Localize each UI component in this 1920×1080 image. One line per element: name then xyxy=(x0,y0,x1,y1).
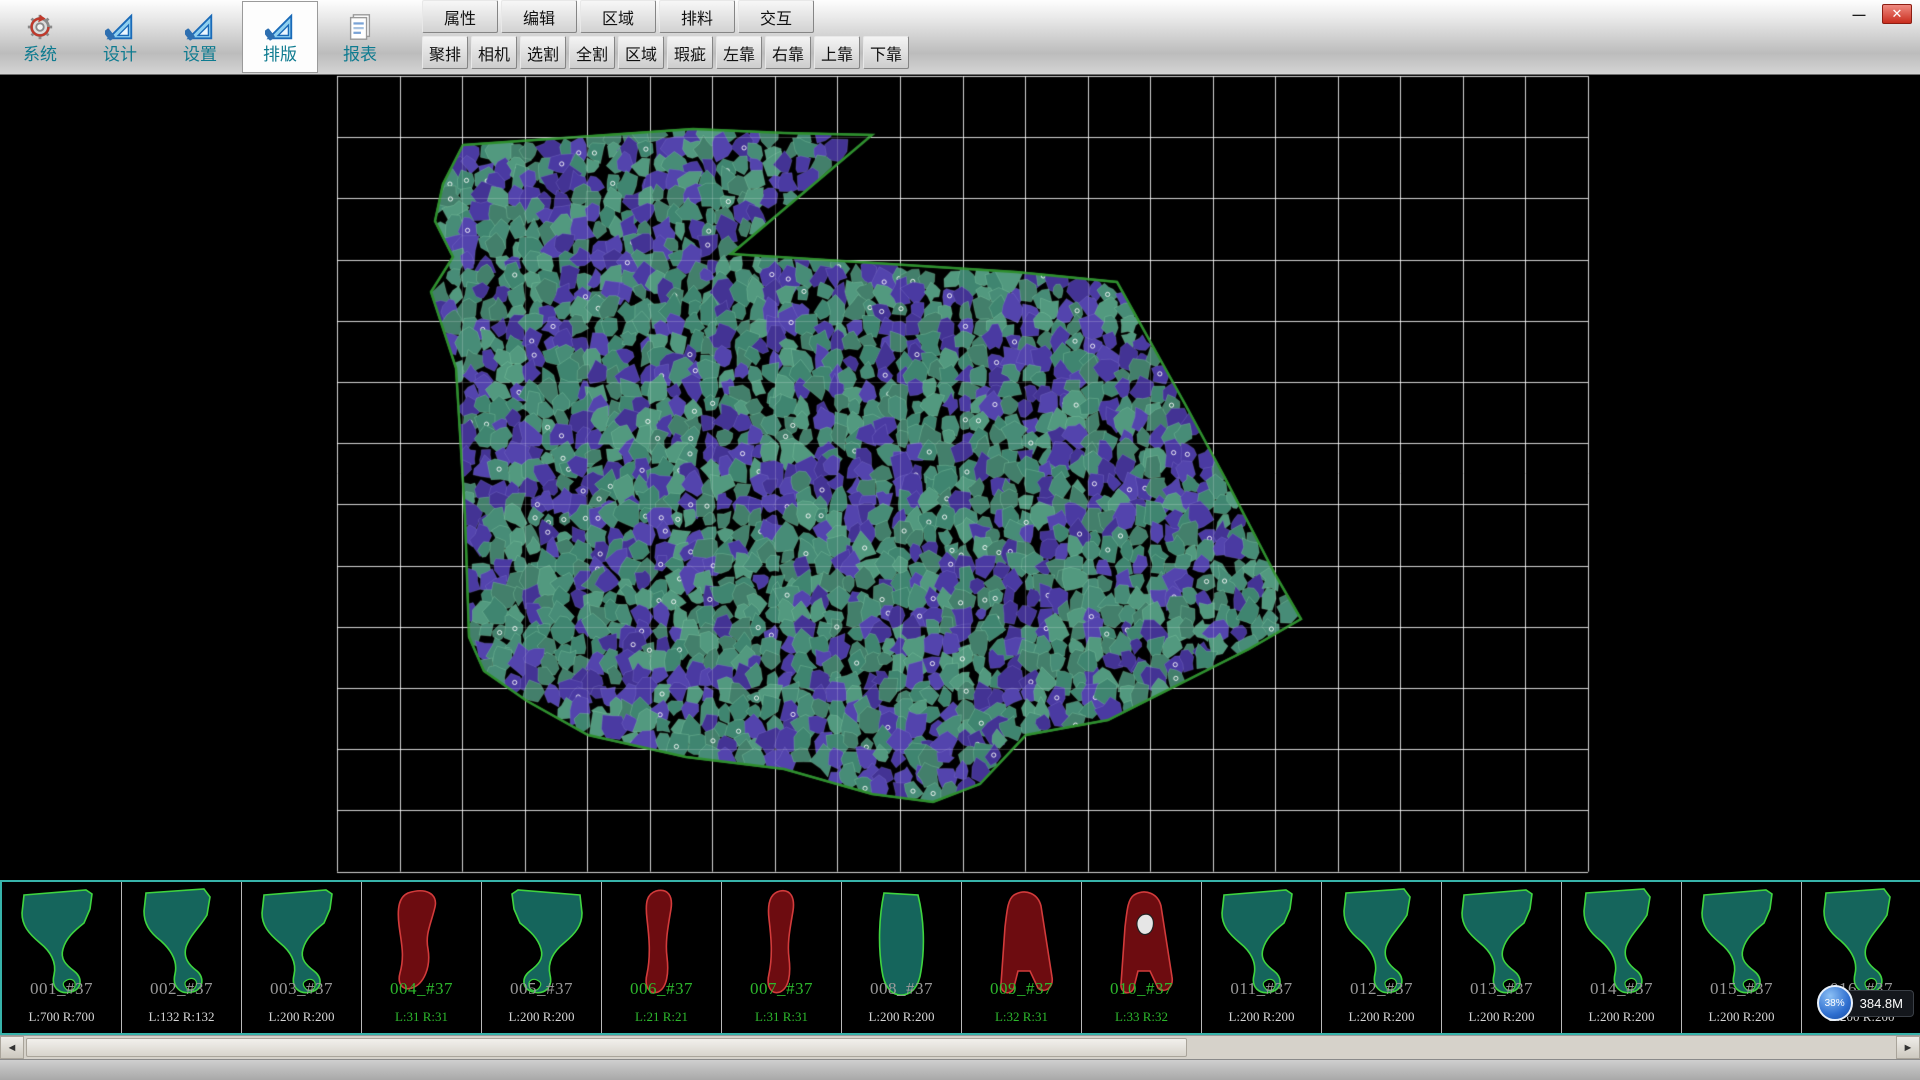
report-icon xyxy=(345,11,375,43)
status-badge-group: 38% 384.8M xyxy=(1817,985,1914,1021)
action-button-camera[interactable]: 相机 xyxy=(471,36,517,69)
menu-stack: 属性编辑区域排料交互 聚排相机选割全割区域瑕疵左靠右靠上靠下靠 xyxy=(422,0,912,74)
gear-icon xyxy=(25,11,55,43)
nesting-canvas[interactable] xyxy=(0,75,1920,880)
action-button-cluster-nest[interactable]: 聚排 xyxy=(422,36,468,69)
tool-button-label: 系统 xyxy=(23,46,57,63)
piece-lr-count: L:132 R:132 xyxy=(122,1009,241,1025)
piece-label: 001_#37 xyxy=(2,979,121,999)
thumbnail-item-015[interactable]: 015_#37 L:200 R:200 xyxy=(1682,882,1802,1033)
menu-tab-row: 属性编辑区域排料交互 xyxy=(422,0,912,33)
piece-lr-count: L:200 R:200 xyxy=(1442,1009,1561,1025)
thumbnail-list: 001_#37 L:700 R:700002_#37 L:132 R:132003_… xyxy=(2,882,1920,1033)
thumbnail-item-004[interactable]: 004_#37 L:31 R:31 xyxy=(362,882,482,1033)
piece-label: 009_#37 xyxy=(962,979,1081,999)
thumbnail-item-007[interactable]: 007_#37 L:31 R:31 xyxy=(722,882,842,1033)
tool-button-settings[interactable]: 设置 xyxy=(162,1,238,73)
piece-label: 013_#37 xyxy=(1442,979,1561,999)
piece-lr-count: L:200 R:200 xyxy=(242,1009,361,1025)
scroll-right-button[interactable]: ► xyxy=(1896,1036,1920,1059)
action-button-region[interactable]: 区域 xyxy=(618,36,664,69)
piece-lr-count: L:200 R:200 xyxy=(482,1009,601,1025)
tool-button-design[interactable]: 设计 xyxy=(82,1,158,73)
piece-lr-count: L:31 R:31 xyxy=(722,1009,841,1025)
setsquare-icon xyxy=(105,11,135,43)
thumbnail-item-011[interactable]: 011_#37 L:200 R:200 xyxy=(1202,882,1322,1033)
window-controls: — ✕ xyxy=(1844,4,1912,24)
thumbnail-item-014[interactable]: 014_#37 L:200 R:200 xyxy=(1562,882,1682,1033)
piece-lr-count: L:200 R:200 xyxy=(1562,1009,1681,1025)
piece-lr-count: L:32 R:31 xyxy=(962,1009,1081,1025)
piece-lr-count: L:700 R:700 xyxy=(2,1009,121,1025)
piece-label: 006_#37 xyxy=(602,979,721,999)
status-bar xyxy=(0,1059,1920,1080)
setsquare-icon xyxy=(265,11,295,43)
minimize-button[interactable]: — xyxy=(1844,4,1874,24)
close-button[interactable]: ✕ xyxy=(1882,4,1912,24)
thumbnail-item-003[interactable]: 003_#37 L:200 R:200 xyxy=(242,882,362,1033)
piece-lr-count: L:200 R:200 xyxy=(1322,1009,1441,1025)
piece-label: 010_#37 xyxy=(1082,979,1201,999)
tool-button-label: 排版 xyxy=(263,46,297,63)
piece-label: 015_#37 xyxy=(1682,979,1801,999)
thumbnail-item-005[interactable]: 005_#37 L:200 R:200 xyxy=(482,882,602,1033)
thumbnail-item-012[interactable]: 012_#37 L:200 R:200 xyxy=(1322,882,1442,1033)
piece-lr-count: L:21 R:21 xyxy=(602,1009,721,1025)
scrollbar-thumb[interactable] xyxy=(26,1038,1187,1057)
thumbnail-item-010[interactable]: 010_#37 L:33 R:32 xyxy=(1082,882,1202,1033)
piece-label: 014_#37 xyxy=(1562,979,1681,999)
piece-lr-count: L:200 R:200 xyxy=(1682,1009,1801,1025)
tool-button-system[interactable]: 系统 xyxy=(2,1,78,73)
piece-lr-count: L:200 R:200 xyxy=(1202,1009,1321,1025)
action-button-defect[interactable]: 瑕疵 xyxy=(667,36,713,69)
thumbnail-item-009[interactable]: 009_#37 L:32 R:31 xyxy=(962,882,1082,1033)
menu-tab-properties[interactable]: 属性 xyxy=(422,0,498,33)
action-button-row: 聚排相机选割全割区域瑕疵左靠右靠上靠下靠 xyxy=(422,36,912,69)
piece-lr-count: L:33 R:32 xyxy=(1082,1009,1201,1025)
tool-button-report[interactable]: 报表 xyxy=(322,1,398,73)
piece-label: 004_#37 xyxy=(362,979,481,999)
menu-tab-nesting[interactable]: 排料 xyxy=(659,0,735,33)
nesting-canvas-area xyxy=(0,75,1920,880)
piece-label: 003_#37 xyxy=(242,979,361,999)
action-button-align-top[interactable]: 上靠 xyxy=(814,36,860,69)
progress-badge: 38% xyxy=(1817,985,1853,1021)
piece-label: 005_#37 xyxy=(482,979,601,999)
tool-button-label: 设计 xyxy=(103,46,137,63)
piece-label: 008_#37 xyxy=(842,979,961,999)
tool-button-label: 报表 xyxy=(343,46,377,63)
setsquare-icon xyxy=(185,11,215,43)
memory-badge: 384.8M xyxy=(1843,990,1914,1017)
piece-lr-count: L:200 R:200 xyxy=(842,1009,961,1025)
action-button-align-left[interactable]: 左靠 xyxy=(716,36,762,69)
application-window: 系统设计设置排版报表 属性编辑区域排料交互 聚排相机选割全割区域瑕疵左靠右靠上靠… xyxy=(0,0,1920,1080)
menu-tab-region[interactable]: 区域 xyxy=(580,0,656,33)
menu-tab-interact[interactable]: 交互 xyxy=(738,0,814,33)
thumbnail-item-006[interactable]: 006_#37 L:21 R:21 xyxy=(602,882,722,1033)
action-button-align-bottom[interactable]: 下靠 xyxy=(863,36,909,69)
horizontal-scrollbar[interactable]: ◄ ► xyxy=(0,1035,1920,1059)
piece-thumbnail-strip: 001_#37 L:700 R:700002_#37 L:132 R:132003_… xyxy=(0,880,1920,1035)
piece-label: 012_#37 xyxy=(1322,979,1441,999)
menu-tab-edit[interactable]: 编辑 xyxy=(501,0,577,33)
scrollbar-track[interactable] xyxy=(24,1036,1896,1059)
thumbnail-item-002[interactable]: 002_#37 L:132 R:132 xyxy=(122,882,242,1033)
tool-button-layout[interactable]: 排版 xyxy=(242,1,318,73)
piece-lr-count: L:31 R:31 xyxy=(362,1009,481,1025)
toolbar: 系统设计设置排版报表 属性编辑区域排料交互 聚排相机选割全割区域瑕疵左靠右靠上靠… xyxy=(0,0,1920,75)
action-button-cut-all[interactable]: 全割 xyxy=(569,36,615,69)
piece-label: 002_#37 xyxy=(122,979,241,999)
thumbnail-item-013[interactable]: 013_#37 L:200 R:200 xyxy=(1442,882,1562,1033)
tool-button-group: 系统 设计 设置 排版 报表 xyxy=(0,0,400,74)
thumbnail-item-008[interactable]: 008_#37 L:200 R:200 xyxy=(842,882,962,1033)
piece-label: 007_#37 xyxy=(722,979,841,999)
tool-button-label: 设置 xyxy=(183,46,217,63)
scroll-left-button[interactable]: ◄ xyxy=(0,1036,24,1059)
action-button-select-cut[interactable]: 选割 xyxy=(520,36,566,69)
piece-label: 011_#37 xyxy=(1202,979,1321,999)
thumbnail-item-001[interactable]: 001_#37 L:700 R:700 xyxy=(2,882,122,1033)
action-button-align-right[interactable]: 右靠 xyxy=(765,36,811,69)
